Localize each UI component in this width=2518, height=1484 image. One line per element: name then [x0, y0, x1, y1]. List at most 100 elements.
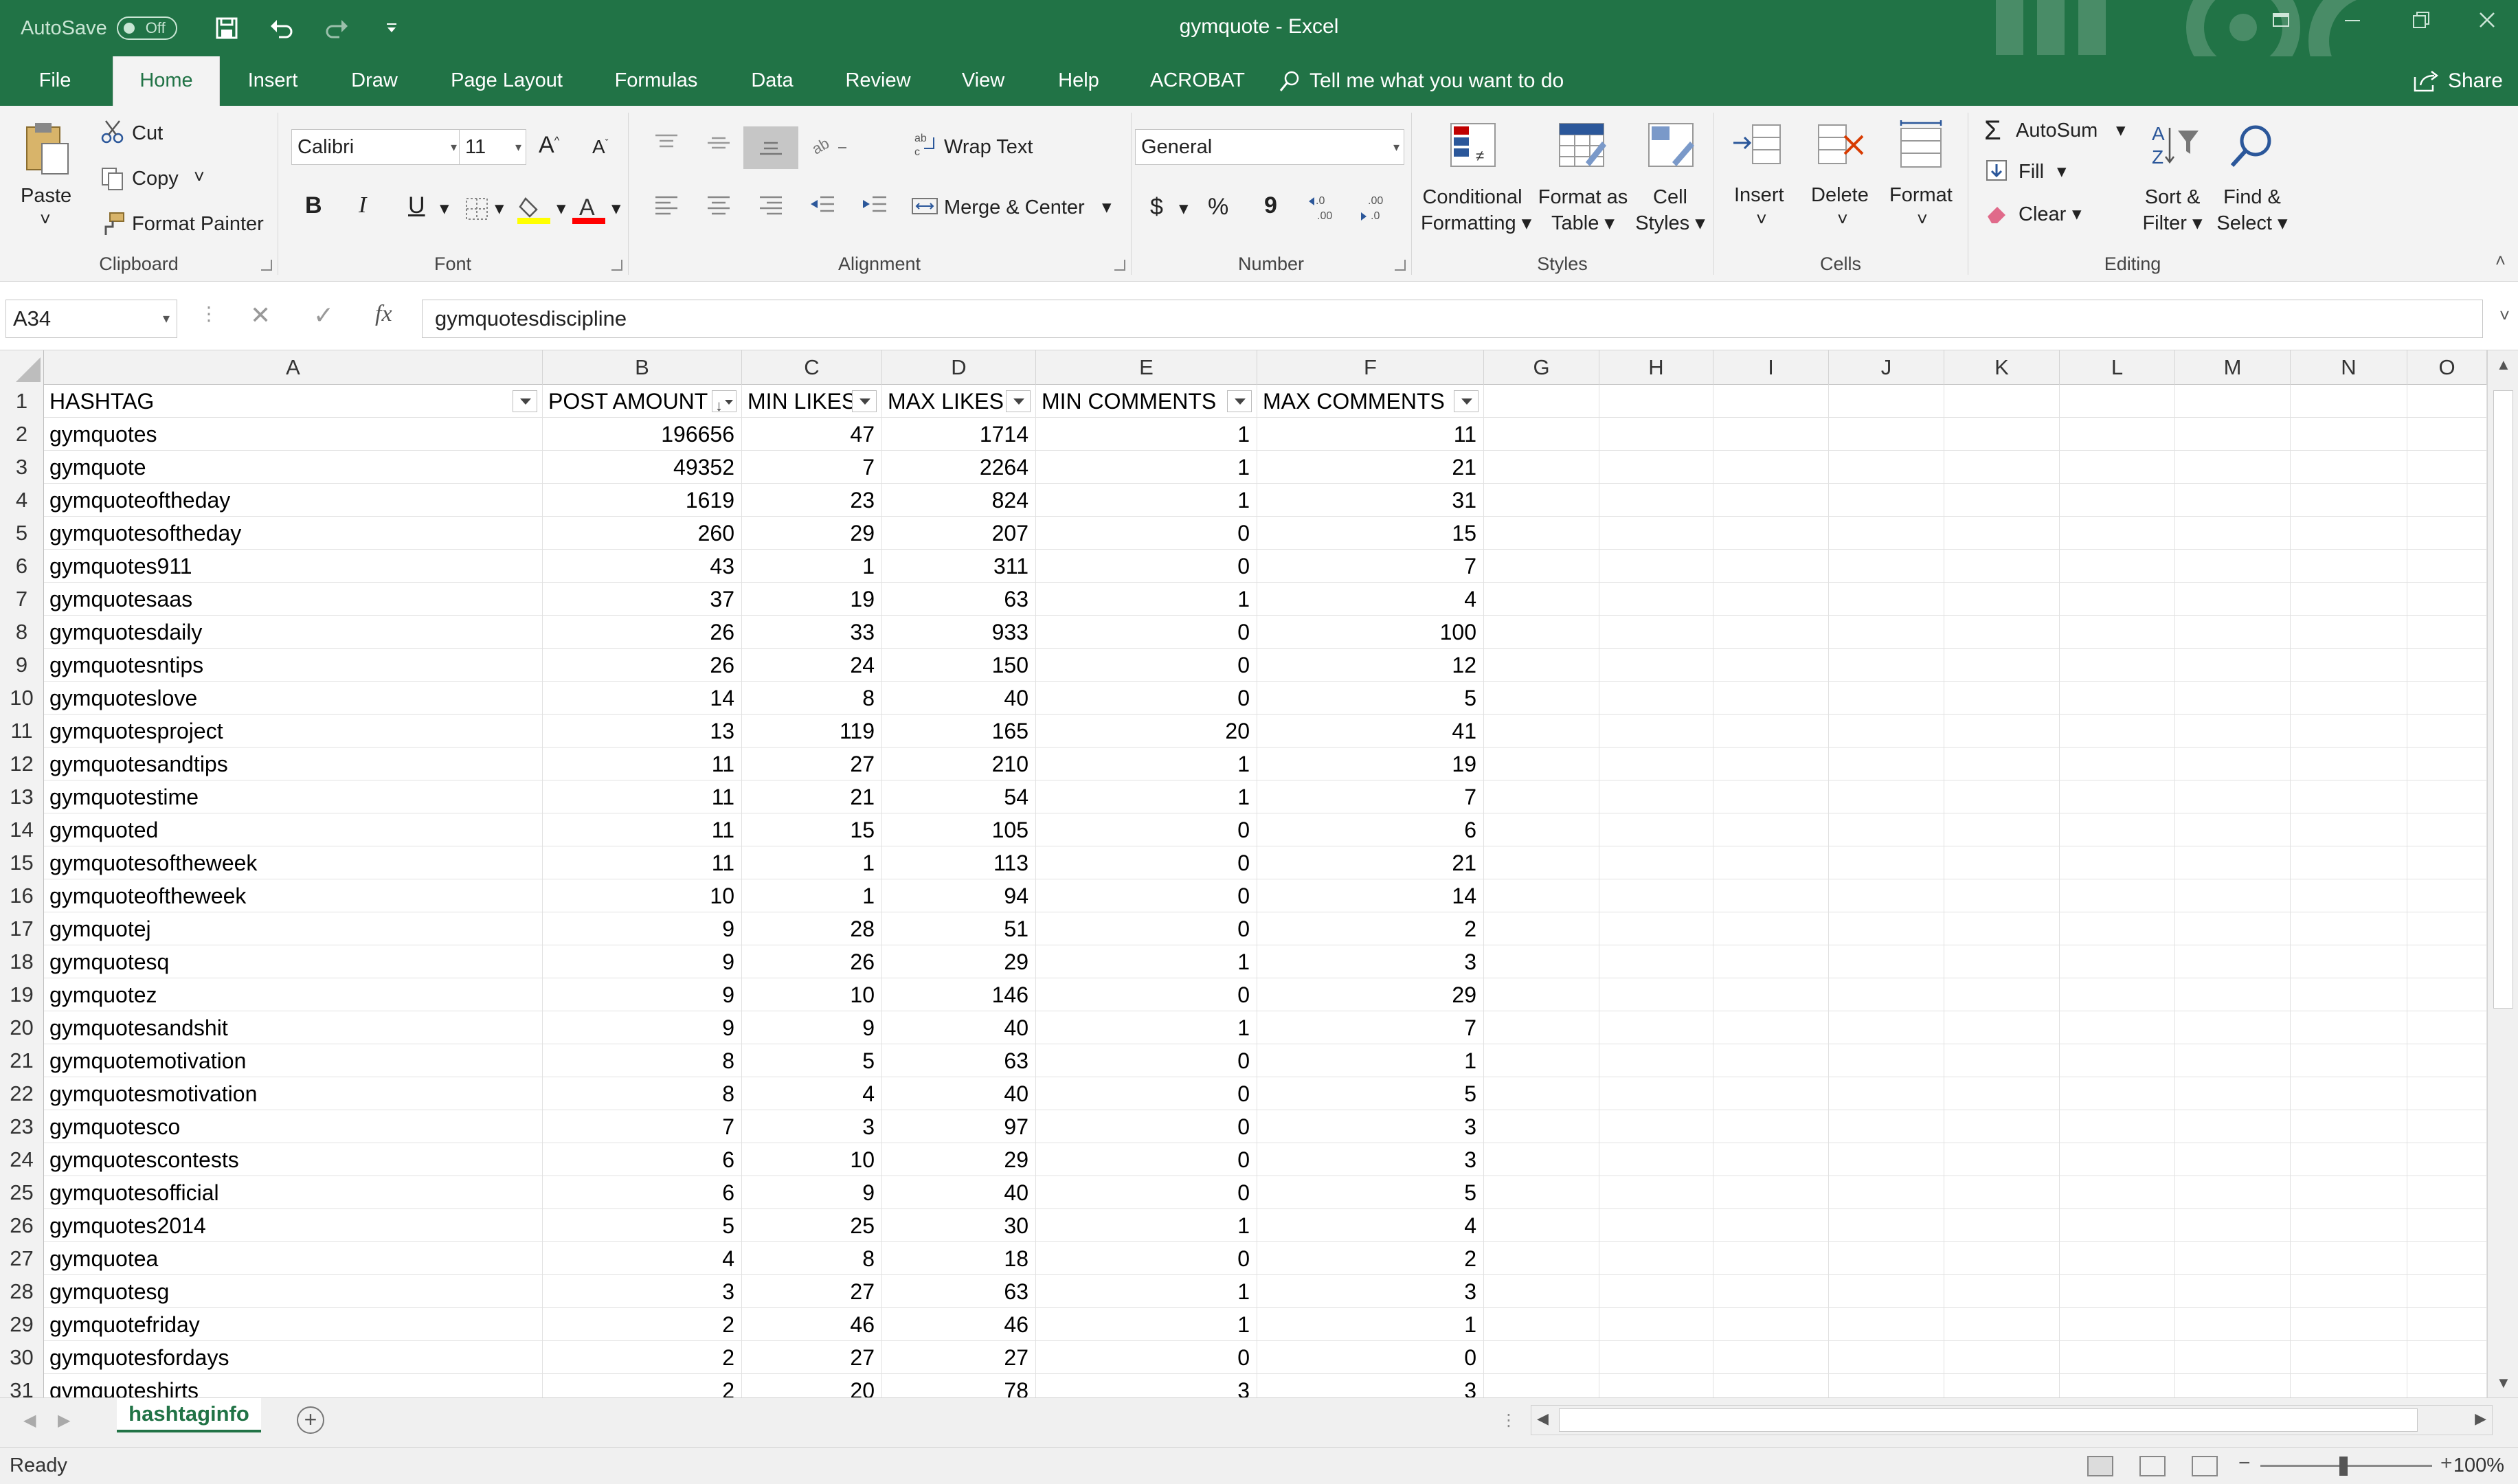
empty-cell[interactable] [2175, 649, 2291, 682]
empty-cell[interactable] [1484, 747, 1599, 780]
empty-cell[interactable] [2175, 583, 2291, 616]
increase-decimal-icon[interactable]: .0.00 [1307, 191, 1341, 225]
empty-cell[interactable] [1713, 1176, 1829, 1209]
enter-icon[interactable]: ✓ [313, 301, 334, 330]
value-cell[interactable]: 94 [882, 879, 1036, 912]
tab-review[interactable]: Review [844, 56, 912, 106]
value-cell[interactable]: 15 [1257, 517, 1484, 550]
row-header[interactable]: 12 [0, 747, 44, 780]
empty-cell[interactable] [2291, 879, 2407, 912]
value-cell[interactable]: 2 [543, 1374, 742, 1397]
empty-cell[interactable] [1944, 385, 2060, 418]
empty-cell[interactable] [1713, 1077, 1829, 1110]
empty-cell[interactable] [2407, 1374, 2487, 1397]
empty-cell[interactable] [2407, 912, 2487, 945]
empty-cell[interactable] [1484, 583, 1599, 616]
value-cell[interactable]: 3 [1257, 1374, 1484, 1397]
column-header-b[interactable]: B [543, 350, 742, 385]
currency-dropdown-icon[interactable]: ▾ [1179, 198, 1189, 219]
empty-cell[interactable] [2291, 550, 2407, 583]
tab-help[interactable]: Help [1054, 56, 1103, 106]
empty-cell[interactable] [1713, 912, 1829, 945]
cancel-icon[interactable]: ✕ [250, 301, 271, 330]
header-cell[interactable]: POST AMOUNT [543, 385, 742, 418]
empty-cell[interactable] [2175, 682, 2291, 715]
empty-cell[interactable] [1599, 451, 1713, 484]
value-cell[interactable]: 49352 [543, 451, 742, 484]
empty-cell[interactable] [1829, 1077, 1944, 1110]
value-cell[interactable]: 150 [882, 649, 1036, 682]
row-header[interactable]: 13 [0, 780, 44, 813]
tell-me-search[interactable]: Tell me what you want to do [1278, 56, 1564, 106]
hashtag-cell[interactable]: gymquotesmotivation [44, 1077, 543, 1110]
empty-cell[interactable] [2175, 1341, 2291, 1374]
empty-cell[interactable] [1599, 1308, 1713, 1341]
column-header-h[interactable]: H [1599, 350, 1713, 385]
value-cell[interactable]: 105 [882, 813, 1036, 846]
empty-cell[interactable] [2060, 1077, 2175, 1110]
close-icon[interactable] [2477, 10, 2504, 34]
row-header[interactable]: 6 [0, 550, 44, 583]
value-cell[interactable]: 11 [543, 813, 742, 846]
empty-cell[interactable] [1713, 780, 1829, 813]
empty-cell[interactable] [2407, 747, 2487, 780]
copy-button[interactable]: Copy [132, 168, 179, 190]
zoom-slider-knob[interactable] [2339, 1457, 2348, 1476]
delete-cells-button[interactable]: Delete [1811, 184, 1869, 207]
empty-cell[interactable] [2407, 385, 2487, 418]
empty-cell[interactable] [2291, 813, 2407, 846]
value-cell[interactable]: 3 [543, 1275, 742, 1308]
value-cell[interactable]: 12 [1257, 649, 1484, 682]
row-header[interactable]: 27 [0, 1242, 44, 1275]
empty-cell[interactable] [1829, 1011, 1944, 1044]
empty-cell[interactable] [1944, 945, 2060, 978]
empty-cell[interactable] [1484, 1110, 1599, 1143]
value-cell[interactable]: 5 [1257, 1077, 1484, 1110]
column-header-e[interactable]: E [1036, 350, 1257, 385]
row-header[interactable]: 5 [0, 517, 44, 550]
horizontal-scrollbar[interactable]: ◀ ▶ [1531, 1405, 2493, 1435]
value-cell[interactable]: 23 [742, 484, 882, 517]
empty-cell[interactable] [1484, 945, 1599, 978]
empty-cell[interactable] [1713, 1341, 1829, 1374]
tab-acrobat[interactable]: ACROBAT [1149, 56, 1246, 106]
hashtag-cell[interactable]: gymquotea [44, 1242, 543, 1275]
empty-cell[interactable] [1829, 418, 1944, 451]
empty-cell[interactable] [2407, 1209, 2487, 1242]
value-cell[interactable]: 0 [1036, 682, 1257, 715]
hashtag-cell[interactable]: gymquotesandshit [44, 1011, 543, 1044]
empty-cell[interactable] [1599, 1374, 1713, 1397]
empty-cell[interactable] [1944, 682, 2060, 715]
empty-cell[interactable] [1599, 484, 1713, 517]
empty-cell[interactable] [1713, 1374, 1829, 1397]
empty-cell[interactable] [1484, 715, 1599, 747]
empty-cell[interactable] [2407, 813, 2487, 846]
value-cell[interactable]: 0 [1036, 846, 1257, 879]
empty-cell[interactable] [1484, 1143, 1599, 1176]
value-cell[interactable]: 26 [543, 616, 742, 649]
empty-cell[interactable] [1599, 1242, 1713, 1275]
empty-cell[interactable] [2060, 1209, 2175, 1242]
value-cell[interactable]: 18 [882, 1242, 1036, 1275]
empty-cell[interactable] [1829, 1341, 1944, 1374]
column-header-n[interactable]: N [2291, 350, 2407, 385]
empty-cell[interactable] [2291, 780, 2407, 813]
empty-cell[interactable] [1944, 1044, 2060, 1077]
prev-sheet-icon[interactable]: ◀ [23, 1410, 36, 1430]
value-cell[interactable]: 2 [543, 1308, 742, 1341]
empty-cell[interactable] [1713, 1275, 1829, 1308]
empty-cell[interactable] [1944, 1077, 2060, 1110]
empty-cell[interactable] [2291, 747, 2407, 780]
empty-cell[interactable] [1944, 780, 2060, 813]
value-cell[interactable]: 210 [882, 747, 1036, 780]
empty-cell[interactable] [2291, 1341, 2407, 1374]
empty-cell[interactable] [2060, 945, 2175, 978]
scroll-right-icon[interactable]: ▶ [2475, 1410, 2486, 1428]
value-cell[interactable]: 11 [543, 747, 742, 780]
row-header[interactable]: 11 [0, 715, 44, 747]
fill-color-dropdown-icon[interactable]: ▾ [557, 198, 566, 219]
empty-cell[interactable] [1944, 1110, 2060, 1143]
empty-cell[interactable] [1713, 1242, 1829, 1275]
empty-cell[interactable] [1599, 1341, 1713, 1374]
empty-cell[interactable] [1829, 747, 1944, 780]
